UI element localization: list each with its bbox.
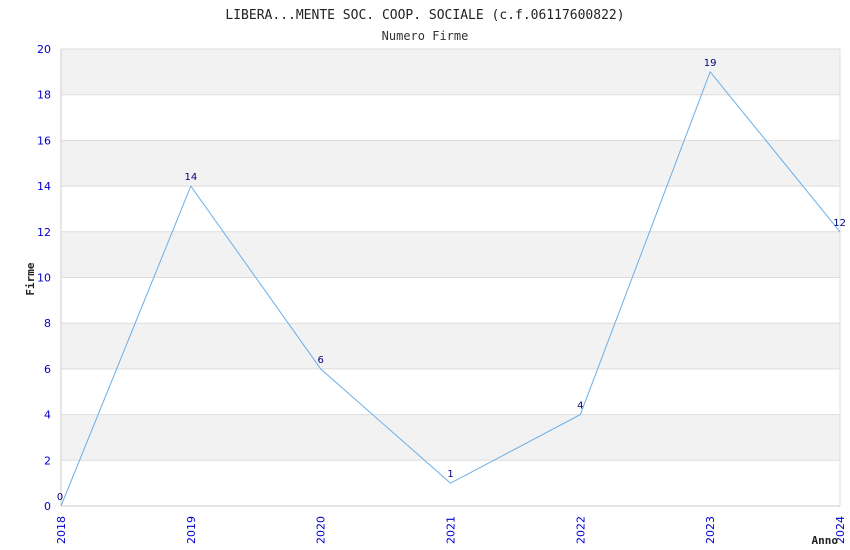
data-label: 12 — [833, 218, 846, 229]
y-tick-label: 18 — [37, 89, 51, 102]
x-tick-label: 2019 — [185, 516, 198, 544]
x-tick-label: 2021 — [445, 516, 458, 544]
data-label: 19 — [704, 58, 717, 69]
y-tick-label: 2 — [44, 454, 51, 467]
y-tick-labels: 0 2 4 6 8 10 12 14 16 18 20 — [37, 43, 51, 513]
y-tick-label: 20 — [37, 43, 51, 56]
grid-band — [61, 414, 840, 461]
data-label: 1 — [447, 469, 453, 480]
x-tick-labels: 2018 2019 2020 2021 2022 2023 2024 — [55, 516, 847, 544]
y-axis-title: Firme — [24, 262, 37, 295]
y-tick-label: 0 — [44, 500, 51, 513]
y-tick-label: 8 — [44, 317, 51, 330]
grid-bands — [61, 49, 840, 461]
x-tick-label: 2020 — [315, 516, 328, 544]
x-tick-label: 2018 — [55, 516, 68, 544]
line-chart: 0146141912 02468101214161820 2018 2019 202… — [24, 8, 847, 547]
y-tick-label: 14 — [37, 180, 51, 193]
grid-band — [61, 140, 840, 187]
x-tick-label: 2022 — [574, 516, 587, 544]
x-tick-label: 2023 — [704, 516, 717, 544]
grid-band — [61, 231, 840, 278]
data-label: 6 — [317, 355, 323, 366]
y-tick-label: 16 — [37, 134, 51, 147]
x-axis-title: Anno — [812, 534, 839, 547]
y-tick-label: 4 — [44, 409, 51, 422]
data-label: 0 — [57, 492, 63, 503]
chart-subtitle: Numero Firme — [382, 29, 469, 43]
y-tick-label: 10 — [37, 272, 51, 285]
y-tick-label: 6 — [44, 363, 51, 376]
y-tick-label: 12 — [37, 226, 51, 239]
data-label: 4 — [577, 401, 583, 412]
grid-band — [61, 323, 840, 369]
data-label: 14 — [184, 172, 197, 183]
chart-title: LIBERA...MENTE SOC. COOP. SOCIALE (c.f.0… — [225, 8, 624, 23]
